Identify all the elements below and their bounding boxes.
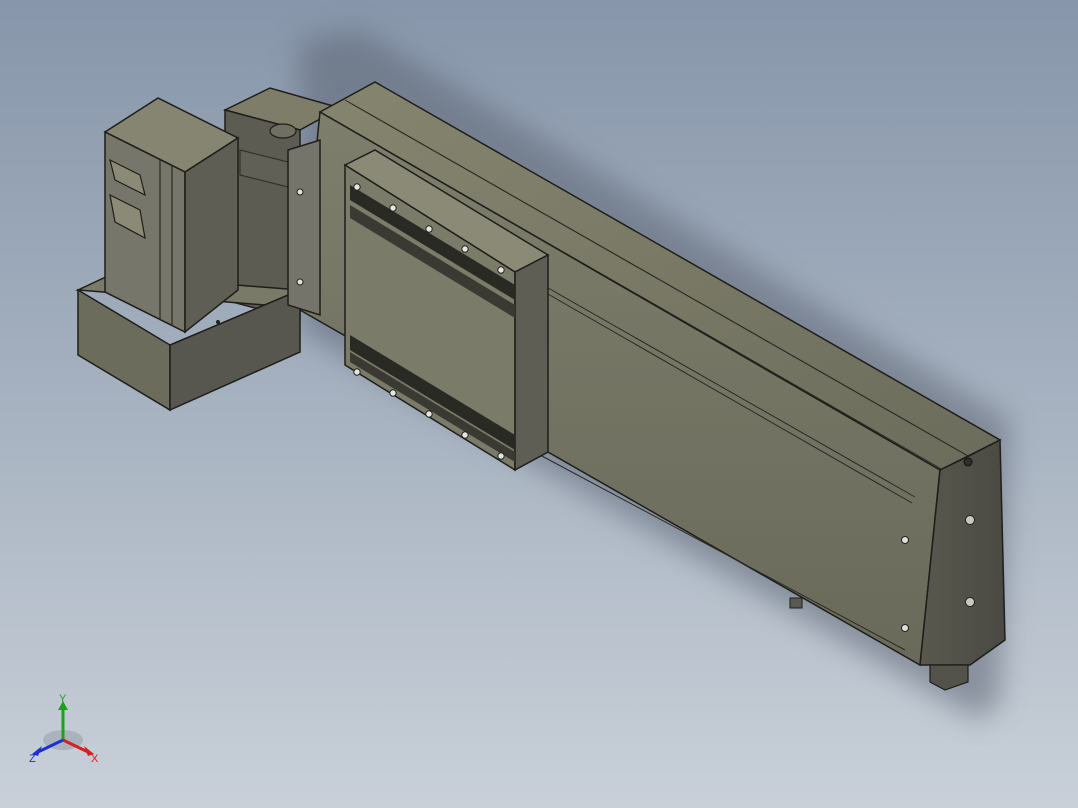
x-axis-label: X [91, 753, 99, 765]
stepper-motor[interactable] [103, 97, 240, 334]
graphics-viewport[interactable]: Y X Z [0, 0, 1078, 808]
coordinate-triad[interactable]: Y X Z [22, 692, 112, 772]
mount-hole-icon [269, 123, 297, 139]
z-axis-label: Z [29, 753, 36, 765]
y-axis-label: Y [59, 693, 67, 705]
linear-actuator-model[interactable] [0, 0, 1078, 808]
